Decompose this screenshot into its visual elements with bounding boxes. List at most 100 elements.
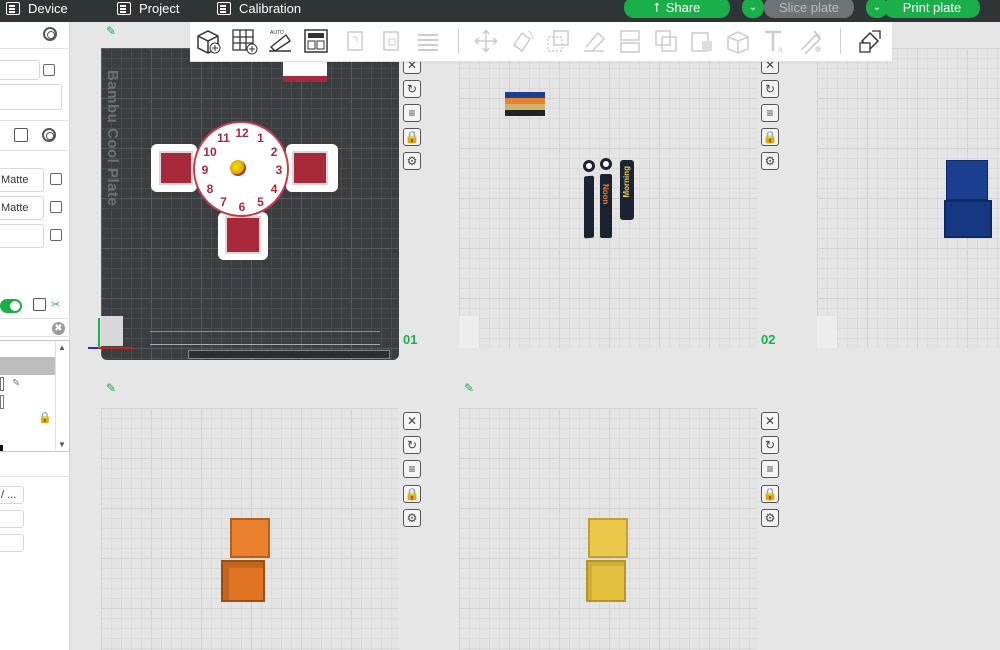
blue-cube-top[interactable] <box>946 160 988 200</box>
tab-device[interactable]: Device <box>6 0 68 17</box>
print-plate-button[interactable]: Print plate <box>884 0 980 18</box>
plate-type-select[interactable] <box>0 84 62 110</box>
scrollbar[interactable]: ▲ ▼ <box>55 341 69 451</box>
add-plate-icon[interactable] <box>230 27 258 55</box>
lay-on-face-icon[interactable] <box>580 27 608 55</box>
list-item[interactable] <box>0 357 55 375</box>
text-icon[interactable]: a <box>760 27 788 55</box>
filament-sync-icon[interactable] <box>14 128 28 142</box>
clock-number: 12 <box>235 126 249 140</box>
tab-calibration[interactable]: Calibration <box>217 0 301 17</box>
clock-arm-right[interactable] <box>286 144 338 192</box>
arrange-icon[interactable]: ↻ <box>403 436 421 454</box>
tab-project[interactable]: Project <box>117 0 179 17</box>
object-list[interactable]: ✎ 🔒 ▲ ▼ <box>0 340 70 452</box>
filament-2-select[interactable]: Matte <box>0 196 44 220</box>
printer-select[interactable] <box>0 60 40 80</box>
clock-arm-left[interactable] <box>151 144 197 192</box>
seam-paint-icon[interactable] <box>724 27 752 55</box>
slice-plate-button[interactable]: Slice plate <box>764 0 854 18</box>
value-field[interactable] <box>0 510 24 528</box>
lock-icon[interactable]: 🔒 <box>403 485 421 503</box>
arrange-icon[interactable]: ↻ <box>761 80 779 98</box>
orient-icon[interactable]: ≡ <box>761 104 779 122</box>
orange-cube-top[interactable] <box>230 518 270 558</box>
edit-plate-icon[interactable]: ✎ <box>106 381 116 395</box>
lock-icon[interactable]: 🔒 <box>403 128 421 146</box>
yellow-cube-top[interactable] <box>588 518 628 558</box>
split-object-icon[interactable] <box>342 27 370 55</box>
toggle-switch[interactable] <box>0 299 22 313</box>
tab-calibration-label: Calibration <box>239 1 302 16</box>
support-paint-icon[interactable] <box>688 27 716 55</box>
edit-icon[interactable] <box>43 64 55 76</box>
close-icon[interactable]: ✕ <box>403 412 421 430</box>
yellow-cube-bottom[interactable] <box>586 560 626 602</box>
filament-1-select[interactable]: Matte <box>0 168 44 192</box>
project-icon <box>117 2 131 15</box>
list-item[interactable] <box>0 395 4 409</box>
clock-hand[interactable]: Morning <box>620 160 634 220</box>
model-stripes[interactable] <box>505 92 545 116</box>
model-block[interactable] <box>283 62 327 82</box>
edit-icon[interactable] <box>50 201 62 213</box>
clock-arm-bottom[interactable] <box>218 212 268 260</box>
clock-number: 11 <box>217 130 230 145</box>
plate-number: 02 <box>761 332 776 347</box>
lock-icon[interactable]: 🔒 <box>38 411 52 424</box>
edit-plate-icon[interactable]: ✎ <box>464 381 474 395</box>
scale-icon[interactable] <box>544 27 572 55</box>
clock-number: 6 <box>238 200 246 214</box>
edit-icon[interactable] <box>50 173 62 185</box>
split-parts-icon[interactable] <box>378 27 406 55</box>
filament-3-select[interactable] <box>0 224 44 248</box>
settings-icon[interactable]: ⚙ <box>403 509 421 527</box>
orient-icon[interactable]: ≡ <box>761 460 779 478</box>
share-button[interactable]: ⭡ Share <box>624 0 730 18</box>
move-icon[interactable] <box>472 27 500 55</box>
edit-icon[interactable] <box>50 229 62 241</box>
plate-corner-block <box>817 316 837 348</box>
orange-cube-bottom[interactable] <box>221 560 265 602</box>
add-object-icon[interactable] <box>194 27 222 55</box>
clock-number: 2 <box>270 144 278 159</box>
arrange-icon[interactable]: ↻ <box>761 436 779 454</box>
edit-plate-icon[interactable]: ✎ <box>106 24 116 38</box>
clear-search-icon[interactable]: ✖ <box>52 322 65 335</box>
color-paint-icon[interactable] <box>796 27 824 55</box>
gear-icon[interactable] <box>43 27 57 41</box>
auto-orient-icon[interactable]: AUTO <box>266 27 294 55</box>
clock-center <box>230 160 246 176</box>
list-item[interactable] <box>0 377 4 391</box>
paint-icon[interactable]: ✎ <box>12 378 20 389</box>
clock-number: 8 <box>206 181 214 196</box>
lock-icon[interactable]: 🔒 <box>761 128 779 146</box>
boolean-icon[interactable] <box>652 27 680 55</box>
lock-icon[interactable]: 🔒 <box>761 485 779 503</box>
arrange-icon[interactable]: ↻ <box>403 80 421 98</box>
rotate-icon[interactable] <box>508 27 536 55</box>
slice-dropdown-button[interactable]: ⌄ <box>742 0 764 18</box>
clock-number: 10 <box>203 144 217 159</box>
orient-icon[interactable]: ≡ <box>403 460 421 478</box>
list-view-icon[interactable] <box>33 298 46 311</box>
settings-icon[interactable]: ⚙ <box>403 152 421 170</box>
orient-icon[interactable]: ≡ <box>403 104 421 122</box>
close-icon[interactable]: ✕ <box>761 412 779 430</box>
settings-icon[interactable]: ⚙ <box>761 152 779 170</box>
arrange-all-icon[interactable] <box>302 27 330 55</box>
layers-icon[interactable] <box>414 27 442 55</box>
blue-cube-bottom[interactable] <box>944 200 992 238</box>
value-field[interactable] <box>0 534 24 552</box>
settings-icon[interactable]: ⚙ <box>761 509 779 527</box>
toolbar-divider <box>458 28 459 54</box>
gear-icon[interactable] <box>42 128 56 142</box>
clock-hand[interactable] <box>584 175 594 239</box>
svg-text:AUTO: AUTO <box>270 30 284 36</box>
clock-hand[interactable]: Noon <box>600 174 612 238</box>
assembly-view-icon[interactable] <box>856 27 884 55</box>
value-field[interactable]: / ... <box>0 486 24 504</box>
cut-icon[interactable] <box>616 27 644 55</box>
left-sidebar: Matte Matte ✂ ✖ ✎ 🔒 ▲ ▼ / ... <box>0 22 70 650</box>
split-icon[interactable]: ✂ <box>51 298 60 311</box>
